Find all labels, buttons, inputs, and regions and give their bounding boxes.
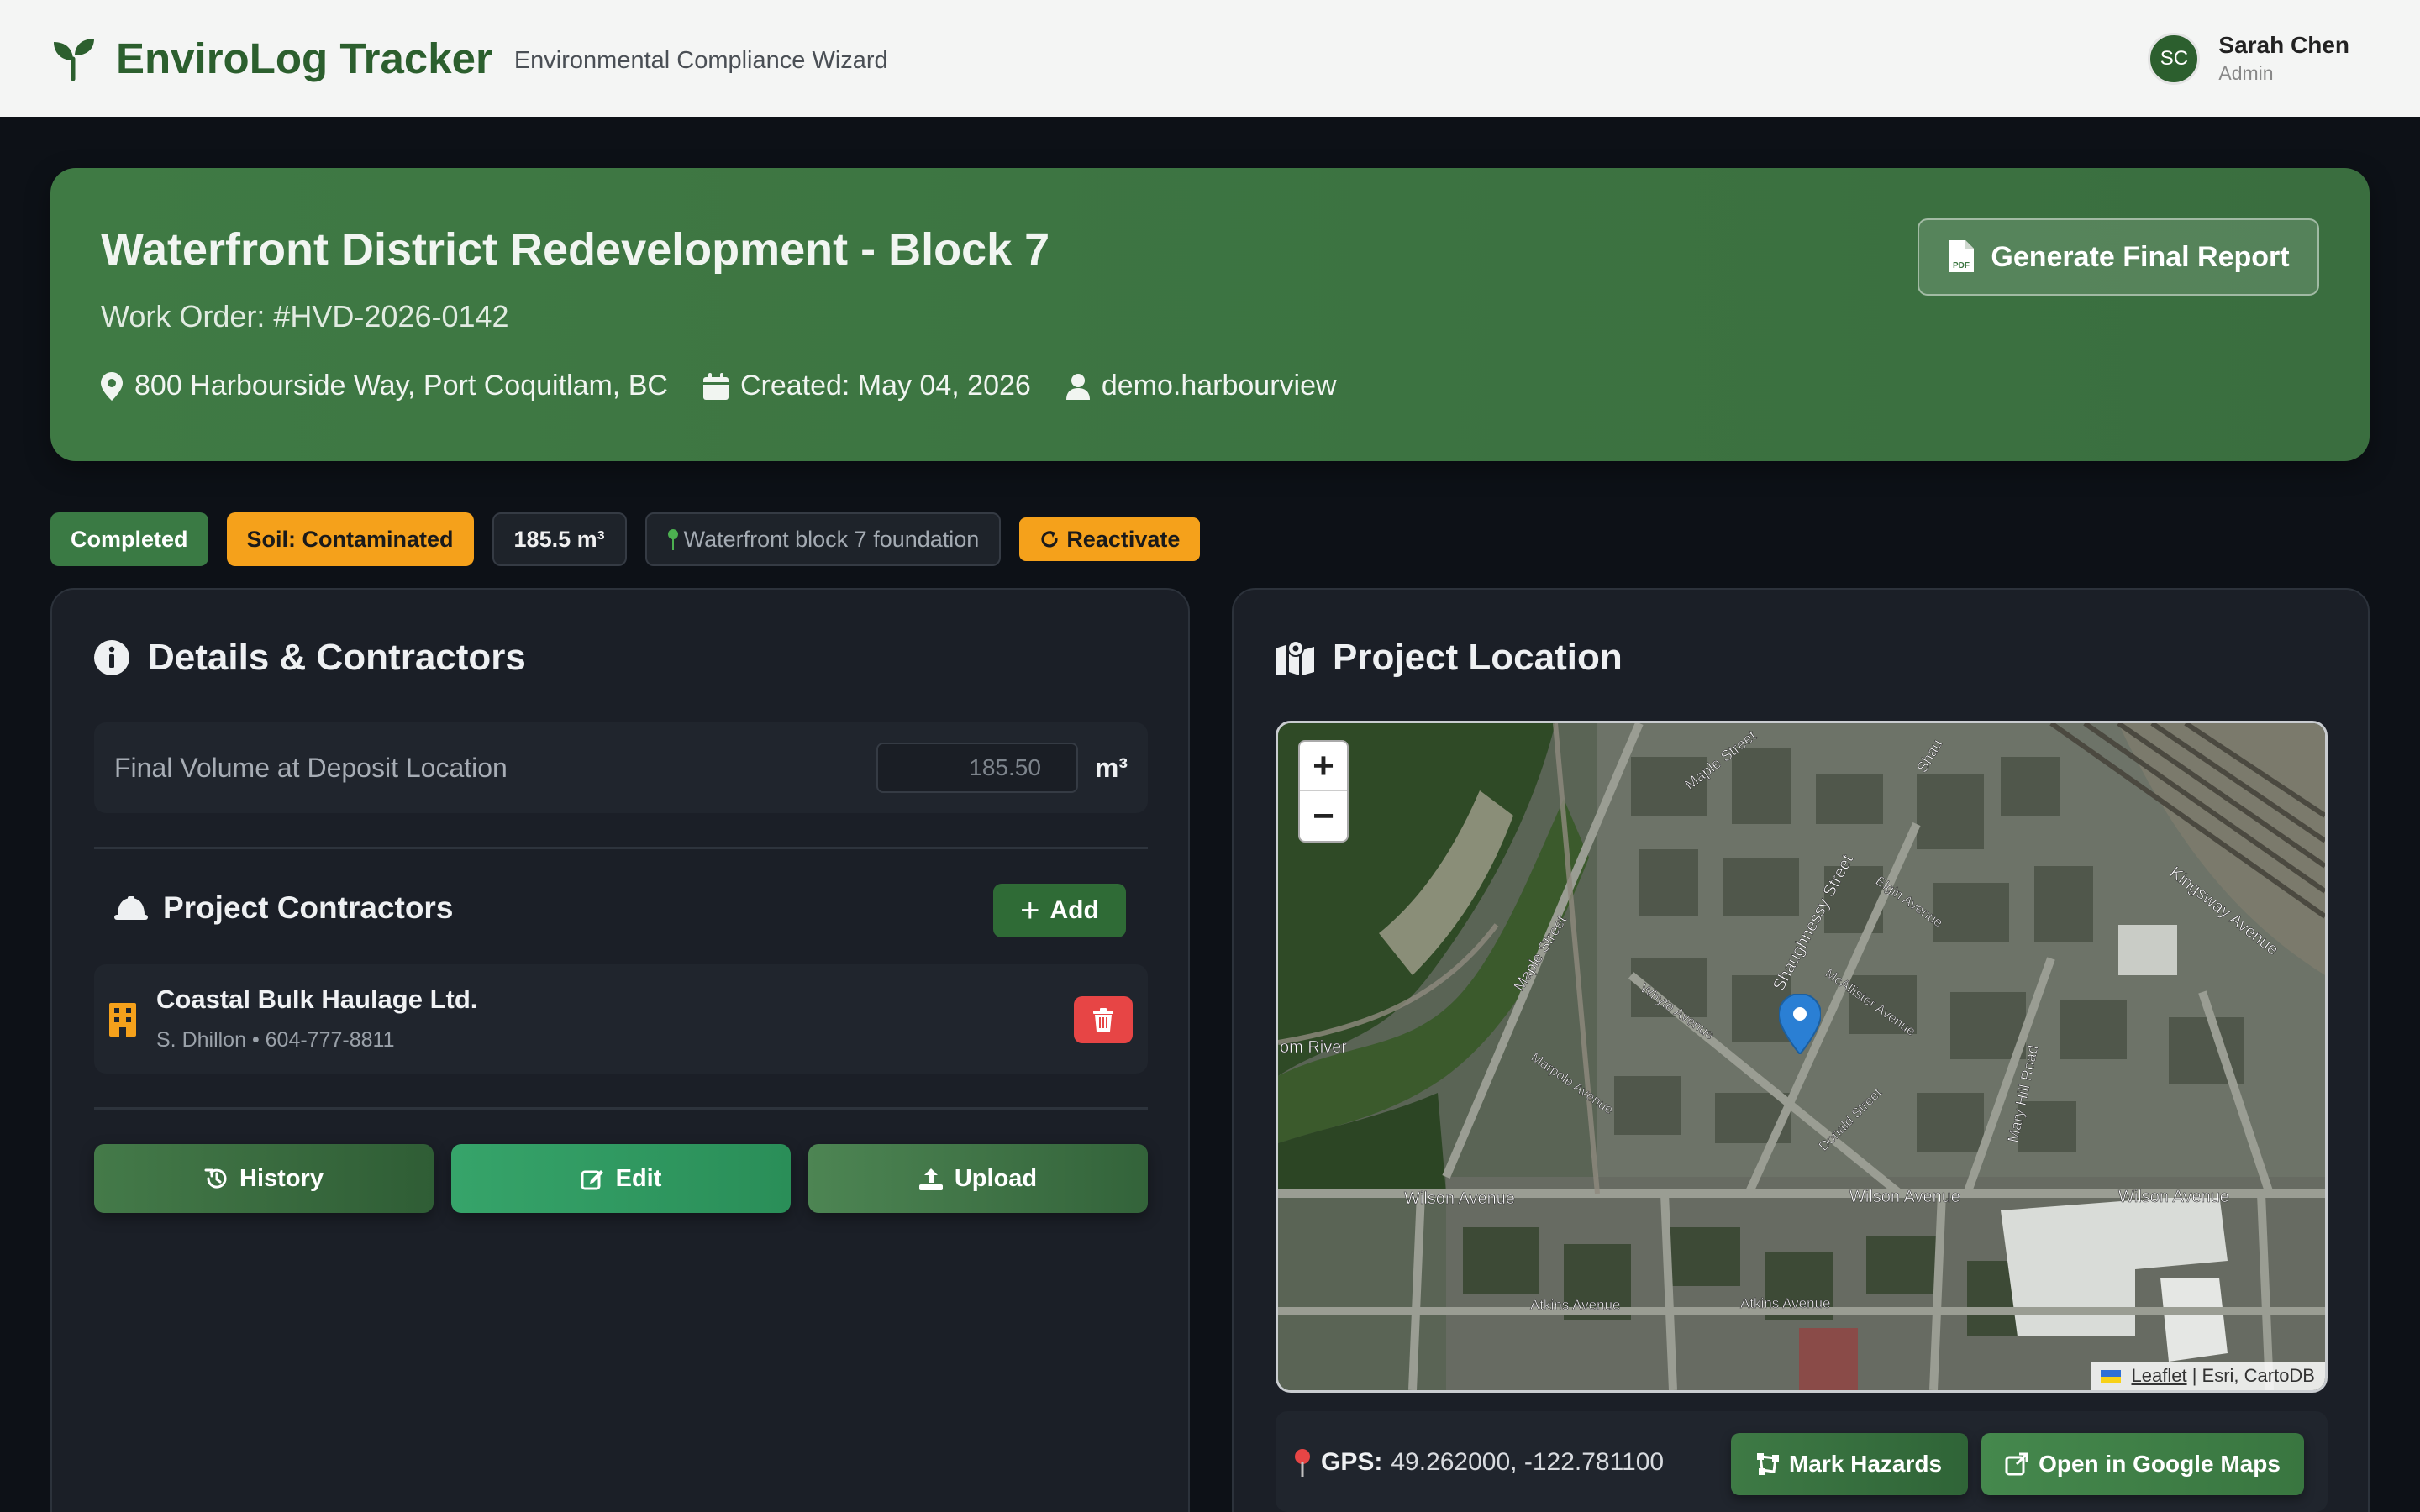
divider bbox=[94, 847, 1148, 849]
sprout-icon bbox=[54, 38, 94, 81]
hard-hat-icon bbox=[114, 896, 148, 920]
location-badge: Waterfront block 7 foundation bbox=[644, 512, 1002, 566]
mark-hazards-label: Mark Hazards bbox=[1788, 1451, 1943, 1477]
final-volume-row: Final Volume at Deposit Location m³ bbox=[94, 722, 1148, 813]
open-google-maps-label: Open in Google Maps bbox=[2039, 1451, 2281, 1477]
user-role: Admin bbox=[2218, 62, 2274, 84]
avatar[interactable]: SC bbox=[2148, 32, 2201, 85]
location-panel: Project Location Wilson Avenue Wilson Av… bbox=[1232, 588, 2370, 1512]
gps-readout: GPS: 49.262000, -122.781100 bbox=[1292, 1448, 1664, 1477]
map-pin-icon bbox=[101, 371, 123, 401]
refresh-icon bbox=[1041, 531, 1058, 548]
app-subtitle: Environmental Compliance Wizard bbox=[513, 47, 888, 74]
street-label: Wilson Avenue bbox=[1404, 1189, 1515, 1208]
upload-label: Upload bbox=[954, 1164, 1038, 1192]
map-tiles[interactable]: Wilson Avenue Wilson Avenue Wilson Avenu… bbox=[1278, 723, 2325, 1390]
info-icon bbox=[94, 640, 129, 675]
location-marker-icon[interactable] bbox=[1779, 994, 1821, 1054]
edit-button[interactable]: Edit bbox=[451, 1144, 791, 1213]
reactivate-label: Reactivate bbox=[1066, 526, 1181, 552]
project-address: 800 Harbourside Way, Port Coquitlam, BC bbox=[134, 370, 668, 402]
user-icon bbox=[1065, 373, 1090, 400]
mark-hazards-button[interactable]: Mark Hazards bbox=[1731, 1433, 1968, 1495]
plus-icon: + bbox=[1020, 891, 1040, 929]
pushpin-icon bbox=[1295, 1449, 1310, 1477]
calendar-icon bbox=[702, 372, 729, 400]
generate-report-button[interactable]: PDF Generate Final Report bbox=[1918, 218, 2319, 296]
zoom-out-button[interactable]: − bbox=[1300, 791, 1347, 841]
soil-badge: Soil: Contaminated bbox=[226, 512, 474, 566]
upload-icon bbox=[918, 1168, 943, 1190]
gps-value: 49.262000, -122.781100 bbox=[1391, 1448, 1665, 1476]
pin-icon bbox=[667, 529, 678, 550]
created-meta: Created: May 04, 2026 bbox=[702, 370, 1031, 402]
status-badges: Completed Soil: Contaminated 185.5 m³ Wa… bbox=[50, 512, 1218, 566]
contractor-meta: S. Dhillon • 604-777-8811 bbox=[156, 1028, 395, 1052]
ukraine-flag-icon bbox=[2101, 1370, 2122, 1384]
external-link-icon bbox=[2005, 1452, 2028, 1476]
draw-polygon-icon bbox=[1756, 1453, 1779, 1475]
edit-label: Edit bbox=[615, 1164, 662, 1192]
user-menu[interactable]: SC Sarah Chen Admin bbox=[2148, 32, 2349, 85]
owner-meta: demo.harbourview bbox=[1065, 370, 1337, 402]
location-badge-label: Waterfront block 7 foundation bbox=[683, 526, 980, 552]
street-label: om River bbox=[1280, 1038, 1347, 1057]
upload-button[interactable]: Upload bbox=[808, 1144, 1148, 1213]
add-contractor-label: Add bbox=[1050, 896, 1099, 924]
leaflet-link[interactable]: Leaflet bbox=[2132, 1365, 2187, 1386]
volume-badge: 185.5 m³ bbox=[492, 512, 627, 566]
history-button[interactable]: History bbox=[94, 1144, 434, 1213]
edit-icon bbox=[581, 1170, 603, 1190]
svg-text:PDF: PDF bbox=[1953, 261, 1970, 270]
street-label: Atkins Avenue bbox=[1530, 1297, 1620, 1313]
contractors-title-text: Project Contractors bbox=[163, 890, 454, 925]
street-label: Atkins Avenue bbox=[1740, 1295, 1830, 1311]
map-location-icon bbox=[1276, 640, 1314, 675]
action-buttons: History Edit Upload bbox=[94, 1144, 1165, 1213]
open-google-maps-button[interactable]: Open in Google Maps bbox=[1981, 1433, 2304, 1495]
project-meta: 800 Harbourside Way, Port Coquitlam, BC … bbox=[101, 370, 2319, 402]
history-label: History bbox=[239, 1164, 324, 1192]
trash-icon bbox=[1093, 1008, 1113, 1032]
satellite-map[interactable]: Wilson Avenue Wilson Avenue Wilson Avenu… bbox=[1276, 721, 2328, 1393]
contractors-title: Project Contractors bbox=[114, 890, 453, 926]
zoom-in-button[interactable]: + bbox=[1300, 742, 1347, 791]
status-badge: Completed bbox=[50, 512, 208, 566]
reactivate-button[interactable]: Reactivate bbox=[1019, 517, 1201, 561]
project-header: Waterfront District Redevelopment - Bloc… bbox=[50, 168, 2370, 461]
gps-bar: GPS: 49.262000, -122.781100 Mark Hazards… bbox=[1276, 1411, 2328, 1512]
address-meta: 800 Harbourside Way, Port Coquitlam, BC bbox=[101, 370, 668, 402]
divider bbox=[94, 1107, 1148, 1110]
final-volume-input[interactable] bbox=[876, 743, 1078, 793]
attribution-text: | Esri, CartoDB bbox=[2191, 1365, 2315, 1386]
app-title: EnviroLog Tracker bbox=[116, 34, 492, 82]
work-order: Work Order: #HVD-2026-0142 bbox=[101, 299, 509, 333]
location-title: Project Location bbox=[1276, 637, 1623, 679]
history-icon bbox=[204, 1168, 227, 1189]
map-attribution: Leaflet | Esri, CartoDB bbox=[2091, 1362, 2325, 1390]
details-title: Details & Contractors bbox=[94, 637, 526, 679]
details-panel: Details & Contractors Final Volume at De… bbox=[50, 588, 1190, 1512]
top-bar: EnviroLog Tracker Environmental Complian… bbox=[0, 0, 2420, 117]
user-name: Sarah Chen bbox=[2218, 32, 2349, 58]
street-label: Wilson Avenue bbox=[1849, 1188, 1960, 1206]
project-owner: demo.harbourview bbox=[1101, 370, 1337, 402]
generate-report-label: Generate Final Report bbox=[1991, 240, 2290, 273]
street-label: Wilson Avenue bbox=[2118, 1188, 2229, 1206]
final-volume-label: Final Volume at Deposit Location bbox=[114, 752, 508, 783]
list-item: Coastal Bulk Haulage Ltd. S. Dhillon • 6… bbox=[94, 964, 1148, 1074]
gps-label: GPS: bbox=[1321, 1448, 1383, 1476]
zoom-control: + − bbox=[1298, 740, 1349, 843]
building-icon bbox=[109, 1003, 136, 1037]
pdf-file-icon: PDF bbox=[1949, 240, 1975, 272]
delete-contractor-button[interactable] bbox=[1074, 996, 1133, 1043]
final-volume-unit: m³ bbox=[1094, 752, 1128, 783]
add-contractor-button[interactable]: + Add bbox=[993, 884, 1126, 937]
created-date: Created: May 04, 2026 bbox=[739, 370, 1031, 402]
contractor-name: Coastal Bulk Haulage Ltd. bbox=[156, 984, 478, 1014]
location-title-text: Project Location bbox=[1333, 637, 1623, 678]
details-title-text: Details & Contractors bbox=[148, 637, 526, 678]
